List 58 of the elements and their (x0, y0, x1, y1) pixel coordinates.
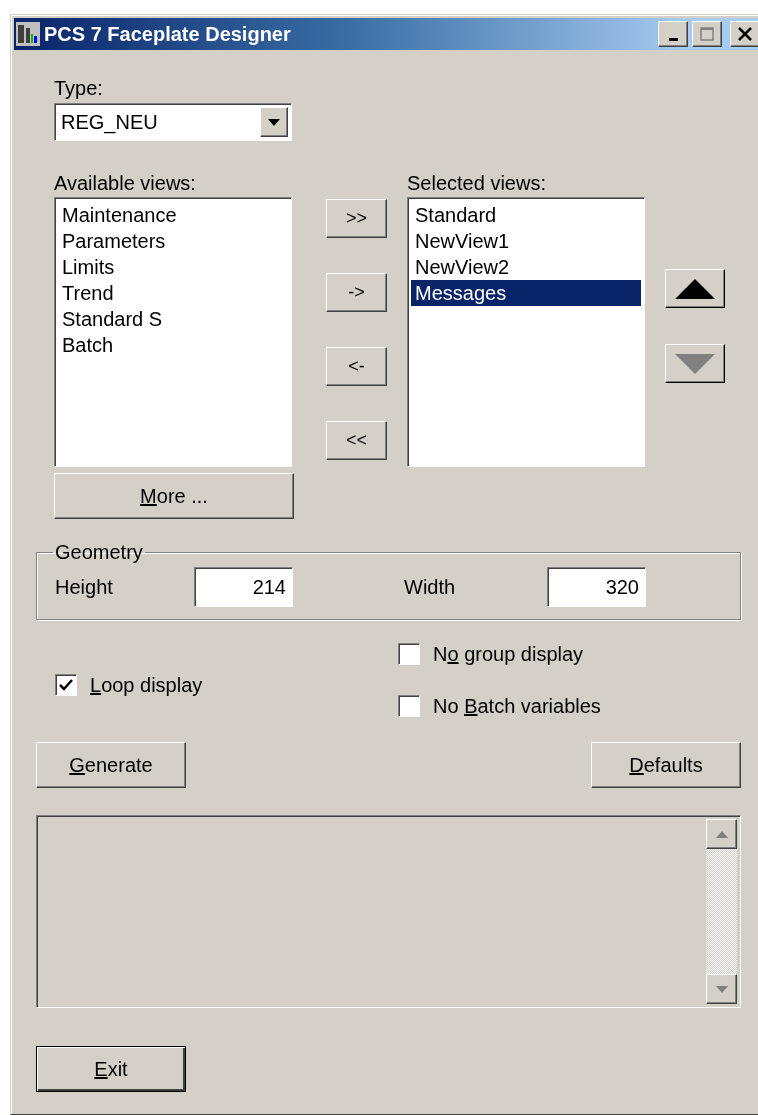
action-button[interactable]: Generate (36, 742, 186, 788)
transfer-button[interactable]: << (326, 421, 387, 460)
field-label: Height (55, 575, 114, 599)
available-views-list[interactable]: Maintenance Parameters Limits Trend Standard S Batch (54, 197, 292, 467)
list-item[interactable]: Limits (58, 254, 288, 280)
caret-icon (268, 118, 280, 126)
minimize-icon (668, 37, 678, 41)
exit-button[interactable]: Exit (36, 1046, 186, 1092)
list-item[interactable]: Maintenance (58, 202, 288, 228)
list-item[interactable]: Standard S (58, 306, 288, 332)
transfer-button[interactable]: <- (326, 347, 387, 386)
type-label: Type: (54, 76, 104, 100)
scroll-bar[interactable] (706, 819, 737, 1004)
more-button[interactable]: More ... (54, 473, 294, 519)
list-label: Available views: (54, 171, 197, 195)
transfer-button[interactable]: >> (326, 199, 387, 238)
close-icon (738, 27, 752, 41)
list-item[interactable]: NewView1 (411, 228, 641, 254)
checkbox[interactable] (55, 674, 77, 696)
field-label: Width (404, 575, 457, 599)
type-dropdown[interactable]: REG_NEU (54, 103, 292, 141)
number-field[interactable]: 320 (547, 567, 646, 607)
up-triangle-icon (675, 278, 715, 299)
group-title: Geometry (54, 541, 144, 563)
checkmark-icon (59, 679, 73, 691)
checkbox-label: No group display (433, 642, 584, 666)
checkbox-option[interactable]: No Batch variables (398, 694, 601, 718)
checkbox[interactable] (398, 643, 420, 665)
selected-views-list[interactable]: Standard NewView1 NewView2 Messages (407, 197, 645, 467)
checkbox-label: No Batch variables (433, 694, 601, 718)
list-item[interactable]: Batch (58, 332, 288, 358)
scroll-up-button[interactable] (706, 819, 737, 849)
list-item[interactable]: Parameters (58, 228, 288, 254)
checkbox-label: Loop display (90, 673, 203, 697)
scroll-down-button[interactable] (706, 974, 737, 1004)
maximize-icon (700, 27, 714, 41)
up-triangle-icon (715, 830, 728, 838)
dropdown-button[interactable] (260, 107, 288, 137)
action-button[interactable]: Defaults (591, 742, 741, 788)
close-button[interactable] (730, 21, 758, 47)
transfer-button[interactable]: -> (326, 273, 387, 312)
move-up-button[interactable] (665, 269, 725, 308)
down-triangle-icon (675, 353, 715, 374)
list-label: Selected views: (407, 171, 547, 195)
type-value: REG_NEU (61, 110, 159, 134)
down-triangle-icon (715, 985, 728, 993)
window-title: PCS 7 Faceplate Designer (44, 22, 292, 46)
list-item[interactable]: Trend (58, 280, 288, 306)
app-icon (16, 22, 40, 46)
checkbox[interactable] (398, 695, 420, 717)
list-item[interactable]: Messages (411, 280, 641, 306)
checkbox-option[interactable]: Loop display (55, 673, 398, 697)
minimize-button[interactable] (658, 21, 688, 47)
list-item[interactable]: Standard (411, 202, 641, 228)
checkbox-option[interactable]: No group display (398, 642, 601, 666)
maximize-button[interactable] (692, 21, 722, 47)
number-field[interactable]: 214 (194, 567, 293, 607)
list-item[interactable]: NewView2 (411, 254, 641, 280)
